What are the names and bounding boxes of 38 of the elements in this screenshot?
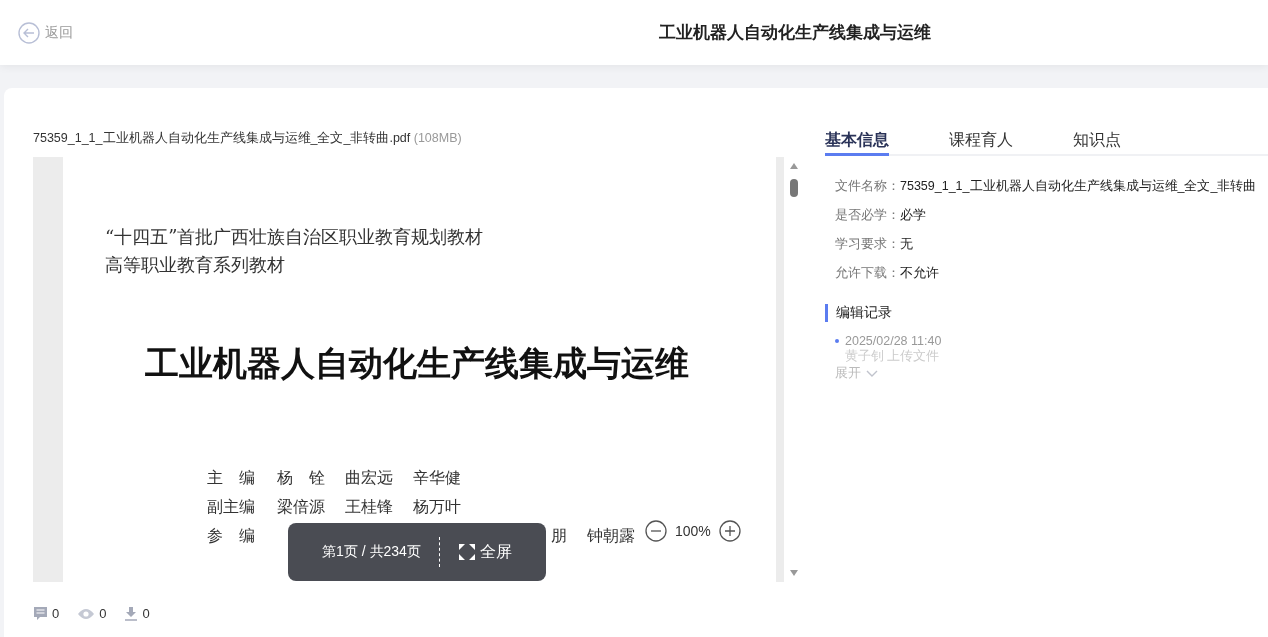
expand-icon	[457, 543, 476, 561]
page-title: 工业机器人自动化生产线集成与运维	[657, 22, 931, 44]
info-row-text: 允许下载：不允许	[835, 265, 940, 282]
comment-icon	[33, 606, 48, 621]
eye-icon	[77, 607, 96, 620]
download-icon	[124, 606, 139, 621]
credit-name: 杨万叶	[413, 496, 461, 518]
credit-role: 参 编	[207, 525, 256, 547]
log-time: 2025/02/28 11:40	[835, 334, 1268, 348]
tab[interactable]: 知识点	[1073, 130, 1121, 156]
section-heading: 编辑记录	[825, 304, 1268, 322]
credit-name: 梁倍源	[277, 496, 325, 518]
tab[interactable]: 基本信息	[825, 130, 889, 156]
download-count: 0	[124, 606, 150, 621]
fullscreen-button[interactable]: 全屏	[457, 541, 512, 563]
page-indicator: 第1页 / 共234页	[322, 543, 421, 561]
credit-name: 王桂锋	[345, 496, 393, 518]
credit-name: 朋	[551, 525, 567, 547]
tab[interactable]: 课程育人	[949, 130, 1013, 156]
zoom-in-icon[interactable]	[718, 520, 741, 542]
credit-role: 主 编	[207, 467, 256, 489]
book-title: 工业机器人自动化生产线集成与运维	[145, 342, 690, 385]
comment-count: 0	[33, 606, 60, 621]
credit-name: 杨 铨	[277, 467, 325, 489]
info-row-text: 学习要求：无	[835, 236, 914, 253]
credit-name: 钟朝露	[587, 525, 635, 547]
info-row-text: 是否必学：必学	[835, 207, 927, 224]
info-row-text: 文件名称：75359_1_1_工业机器人自动化生产线集成与运维_全文_非转曲	[835, 178, 1258, 195]
chevron-down-icon	[866, 369, 878, 378]
credit-role: 副主编	[207, 496, 256, 518]
zoom-level: 100%	[675, 523, 711, 539]
zoom-out-icon[interactable]	[645, 520, 667, 542]
credit-name: 辛华健	[413, 467, 461, 489]
file-name: 75359_1_1_工业机器人自动化生产线集成与运维_全文_非转曲.pdf (108MB)	[33, 130, 463, 147]
view-count: 0	[77, 606, 107, 621]
credit-name: 曲宏远	[345, 467, 393, 489]
series-line: 高等职业教育系列教材	[105, 253, 286, 277]
series-line: “十四五”首批广西壮族自治区职业教育规划教材	[105, 225, 485, 249]
